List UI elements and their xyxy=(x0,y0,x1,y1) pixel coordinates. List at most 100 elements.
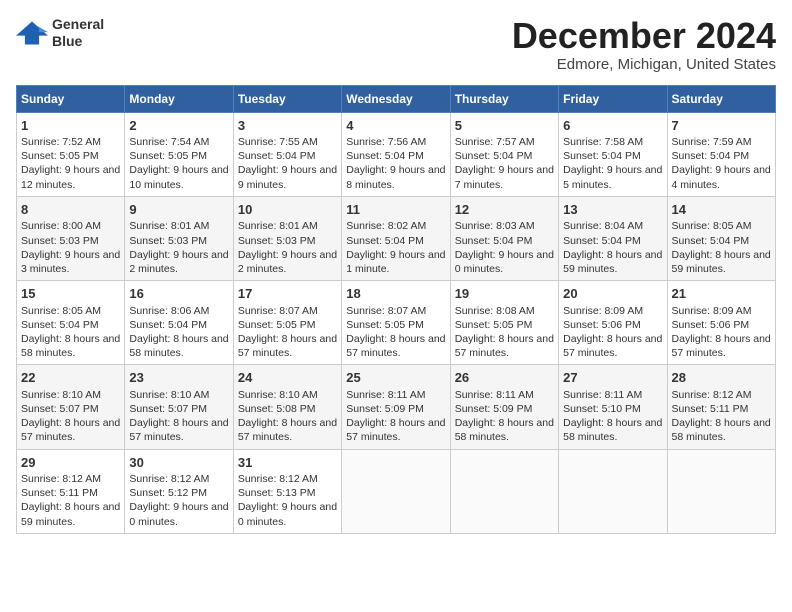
calendar-cell: 16Sunrise: 8:06 AMSunset: 5:04 PMDayligh… xyxy=(125,281,233,365)
calendar-cell: 28 Sunrise: 8:12 AM Sunset: 5:11 PM Dayligh… xyxy=(667,365,775,449)
calendar-cell: 13Sunrise: 8:04 AMSunset: 5:04 PMDayligh… xyxy=(559,196,667,280)
logo: General Blue xyxy=(16,16,104,50)
weekday-header-sunday: Sunday xyxy=(17,85,125,112)
sunset-text: Sunset: 5:04 PM xyxy=(346,150,424,162)
day-number: 14 xyxy=(672,201,771,219)
day-number: 23 xyxy=(129,369,228,387)
calendar-cell: 6Sunrise: 7:58 AMSunset: 5:04 PMDaylight… xyxy=(559,112,667,196)
daylight-text: Daylight: 8 hours and 58 minutes. xyxy=(563,417,662,443)
calendar-cell: 9Sunrise: 8:01 AMSunset: 5:03 PMDaylight… xyxy=(125,196,233,280)
sunset-text: Sunset: 5:04 PM xyxy=(563,235,641,247)
sunset-text: Sunset: 5:10 PM xyxy=(563,403,641,415)
daylight-text: Daylight: 9 hours and 1 minute. xyxy=(346,249,445,275)
calendar-week-4: 22 Sunrise: 8:10 AM Sunset: 5:07 PM Dayligh… xyxy=(17,365,776,449)
sunrise-text: Sunrise: 8:08 AM xyxy=(455,305,535,317)
sunrise-text: Sunrise: 8:02 AM xyxy=(346,220,426,232)
calendar-cell: 21Sunrise: 8:09 AMSunset: 5:06 PMDayligh… xyxy=(667,281,775,365)
sunrise-text: Sunrise: 8:12 AM xyxy=(129,473,209,485)
day-number: 20 xyxy=(563,285,662,303)
daylight-text: Daylight: 9 hours and 0 minutes. xyxy=(455,249,554,275)
weekday-header-tuesday: Tuesday xyxy=(233,85,341,112)
weekday-row: SundayMondayTuesdayWednesdayThursdayFrid… xyxy=(17,85,776,112)
daylight-text: Daylight: 9 hours and 12 minutes. xyxy=(21,164,120,190)
day-number: 19 xyxy=(455,285,554,303)
sunset-text: Sunset: 5:05 PM xyxy=(238,319,316,331)
day-number: 27 xyxy=(563,369,662,387)
sunrise-text: Sunrise: 8:11 AM xyxy=(455,389,534,401)
sunset-text: Sunset: 5:06 PM xyxy=(672,319,750,331)
calendar-cell: 3Sunrise: 7:55 AMSunset: 5:04 PMDaylight… xyxy=(233,112,341,196)
day-number: 1 xyxy=(21,117,120,135)
sunset-text: Sunset: 5:11 PM xyxy=(672,403,749,415)
sunrise-text: Sunrise: 7:58 AM xyxy=(563,136,643,148)
calendar-cell: 20Sunrise: 8:09 AMSunset: 5:06 PMDayligh… xyxy=(559,281,667,365)
sunset-text: Sunset: 5:04 PM xyxy=(346,235,424,247)
calendar-cell: 26Sunrise: 8:11 AMSunset: 5:09 PMDayligh… xyxy=(450,365,558,449)
calendar-cell: 17Sunrise: 8:07 AMSunset: 5:05 PMDayligh… xyxy=(233,281,341,365)
daylight-text: Daylight: 8 hours and 57 minutes. xyxy=(238,333,337,359)
calendar-header: SundayMondayTuesdayWednesdayThursdayFrid… xyxy=(17,85,776,112)
day-number: 16 xyxy=(129,285,228,303)
daylight-text: Daylight: 8 hours and 57 minutes. xyxy=(21,417,120,443)
daylight-text: Daylight: 9 hours and 3 minutes. xyxy=(21,249,120,275)
calendar-cell: 8Sunrise: 8:00 AMSunset: 5:03 PMDaylight… xyxy=(17,196,125,280)
title-block: December 2024 Edmore, Michigan, United S… xyxy=(512,16,776,73)
calendar-week-3: 15Sunrise: 8:05 AMSunset: 5:04 PMDayligh… xyxy=(17,281,776,365)
daylight-text: Daylight: 8 hours and 58 minutes. xyxy=(672,417,771,443)
calendar-cell: 1Sunrise: 7:52 AMSunset: 5:05 PMDaylight… xyxy=(17,112,125,196)
calendar-cell: 4Sunrise: 7:56 AMSunset: 5:04 PMDaylight… xyxy=(342,112,450,196)
sunrise-text: Sunrise: 8:09 AM xyxy=(563,305,643,317)
calendar-cell: 18Sunrise: 8:07 AMSunset: 5:05 PMDayligh… xyxy=(342,281,450,365)
calendar-cell: 12Sunrise: 8:03 AMSunset: 5:04 PMDayligh… xyxy=(450,196,558,280)
sunset-text: Sunset: 5:04 PM xyxy=(455,150,533,162)
sunrise-text: Sunrise: 7:56 AM xyxy=(346,136,426,148)
day-number: 28 xyxy=(672,369,771,387)
day-number: 24 xyxy=(238,369,337,387)
day-number: 13 xyxy=(563,201,662,219)
sunrise-text: Sunrise: 8:04 AM xyxy=(563,220,643,232)
calendar-cell xyxy=(450,449,558,533)
daylight-text: Daylight: 9 hours and 2 minutes. xyxy=(238,249,337,275)
sunset-text: Sunset: 5:12 PM xyxy=(129,487,207,499)
day-number: 22 xyxy=(21,369,120,387)
sunset-text: Sunset: 5:04 PM xyxy=(672,150,750,162)
daylight-text: Daylight: 8 hours and 59 minutes. xyxy=(21,501,120,527)
calendar-cell: 29Sunrise: 8:12 AMSunset: 5:11 PMDayligh… xyxy=(17,449,125,533)
day-number: 2 xyxy=(129,117,228,135)
daylight-text: Daylight: 9 hours and 5 minutes. xyxy=(563,164,662,190)
daylight-text: Daylight: 8 hours and 57 minutes. xyxy=(672,333,771,359)
sunrise-text: Sunrise: 8:00 AM xyxy=(21,220,101,232)
sunrise-text: Sunrise: 8:06 AM xyxy=(129,305,209,317)
sunset-text: Sunset: 5:09 PM xyxy=(346,403,424,415)
day-number: 11 xyxy=(346,201,445,219)
day-number: 30 xyxy=(129,454,228,472)
sunset-text: Sunset: 5:03 PM xyxy=(238,235,316,247)
sunrise-text: Sunrise: 8:12 AM xyxy=(672,389,752,401)
sunrise-text: Sunrise: 8:10 AM xyxy=(238,389,318,401)
calendar-week-5: 29Sunrise: 8:12 AMSunset: 5:11 PMDayligh… xyxy=(17,449,776,533)
sunrise-text: Sunrise: 8:10 AM xyxy=(129,389,209,401)
sunset-text: Sunset: 5:05 PM xyxy=(21,150,99,162)
daylight-text: Daylight: 8 hours and 58 minutes. xyxy=(21,333,120,359)
sunset-text: Sunset: 5:07 PM xyxy=(21,403,99,415)
sunrise-text: Sunrise: 8:07 AM xyxy=(346,305,426,317)
day-number: 17 xyxy=(238,285,337,303)
sunrise-text: Sunrise: 8:10 AM xyxy=(21,389,101,401)
calendar-cell: 27Sunrise: 8:11 AMSunset: 5:10 PMDayligh… xyxy=(559,365,667,449)
sunrise-text: Sunrise: 8:11 AM xyxy=(346,389,425,401)
sunset-text: Sunset: 5:05 PM xyxy=(346,319,424,331)
daylight-text: Daylight: 8 hours and 57 minutes. xyxy=(346,333,445,359)
daylight-text: Daylight: 9 hours and 4 minutes. xyxy=(672,164,771,190)
day-number: 9 xyxy=(129,201,228,219)
day-number: 3 xyxy=(238,117,337,135)
weekday-header-wednesday: Wednesday xyxy=(342,85,450,112)
sunset-text: Sunset: 5:04 PM xyxy=(455,235,533,247)
sunrise-text: Sunrise: 8:05 AM xyxy=(21,305,101,317)
sunset-text: Sunset: 5:13 PM xyxy=(238,487,316,499)
day-number: 29 xyxy=(21,454,120,472)
calendar-cell: 31Sunrise: 8:12 AMSunset: 5:13 PMDayligh… xyxy=(233,449,341,533)
sunset-text: Sunset: 5:06 PM xyxy=(563,319,641,331)
sunset-text: Sunset: 5:04 PM xyxy=(21,319,99,331)
calendar-cell: 25Sunrise: 8:11 AMSunset: 5:09 PMDayligh… xyxy=(342,365,450,449)
calendar-cell xyxy=(559,449,667,533)
